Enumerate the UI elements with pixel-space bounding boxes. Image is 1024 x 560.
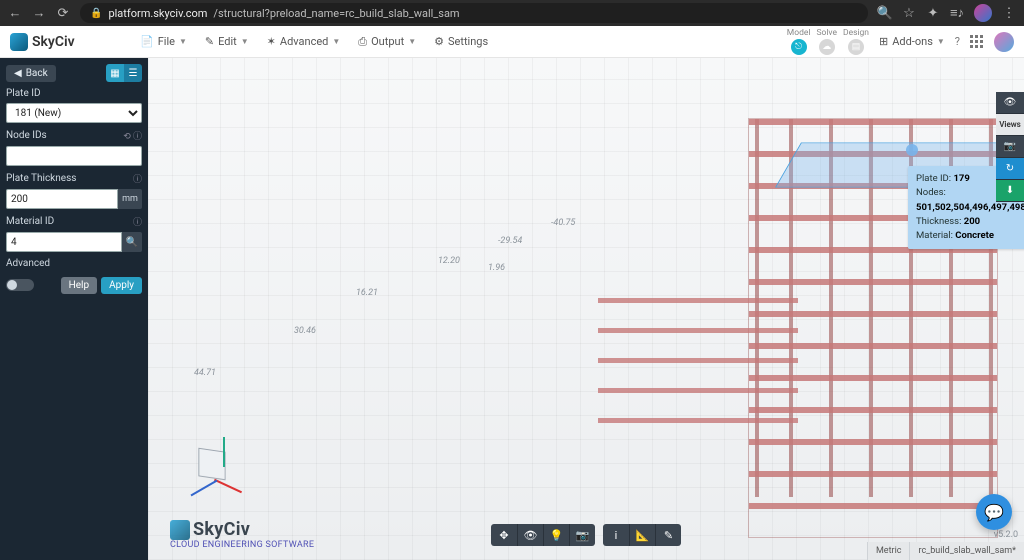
dim-f: -29.54 xyxy=(498,236,522,246)
lock-icon: 🔒 xyxy=(90,8,102,19)
dim-c: 30.46 xyxy=(294,326,316,336)
material-input[interactable] xyxy=(6,232,122,252)
nodes-hint-icons[interactable]: ⟲ ⓘ xyxy=(123,129,142,142)
dim-g: -40.75 xyxy=(551,218,575,228)
menu-settings[interactable]: ⚙ Settings xyxy=(434,35,488,48)
back-button[interactable]: ◀ Back xyxy=(6,65,56,82)
url-path: /structural?preload_name=rc_build_slab_w… xyxy=(213,7,459,20)
menu-file[interactable]: 📄 File▼ xyxy=(140,35,187,48)
tool-camera-icon[interactable]: 📷 xyxy=(569,524,595,546)
url-bar[interactable]: 🔒 platform.skyciv.com/structural?preload… xyxy=(80,3,868,23)
plate-id-select[interactable]: 181 (New) xyxy=(6,103,142,123)
apply-button[interactable]: Apply xyxy=(101,277,142,294)
selection-node-icon xyxy=(906,144,918,156)
thickness-label: Plate Thickness xyxy=(6,173,76,184)
version-label: v5.2.0 xyxy=(994,530,1018,540)
thickness-unit: mm xyxy=(118,189,142,209)
apps-grid-icon[interactable] xyxy=(970,35,984,49)
sidebar: ◀ Back ▦ ☰ Plate ID 181 (New) Node IDs ⟲ … xyxy=(0,58,148,560)
tool-measure-icon[interactable]: 📐 xyxy=(629,524,655,546)
dim-a: 16.21 xyxy=(356,288,378,298)
user-avatar[interactable] xyxy=(994,32,1014,52)
browser-chrome: ← → ⟳ 🔒 platform.skyciv.com/structural?p… xyxy=(0,0,1024,26)
tool-eye-icon[interactable]: 👁 xyxy=(517,524,543,546)
watermark: SkyCiv CLOUD ENGINEERING SOFTWARE xyxy=(170,519,314,550)
nav-back-icon[interactable]: ← xyxy=(8,6,22,20)
chat-bubble-icon[interactable]: 💬 xyxy=(976,494,1012,530)
node-ids-input[interactable] xyxy=(6,146,142,166)
dim-d: 12.20 xyxy=(438,256,460,266)
help-button[interactable]: Help xyxy=(61,277,97,294)
search-icon[interactable]: 🔍 xyxy=(878,6,892,20)
pill-solve[interactable]: Solve☁ xyxy=(816,28,837,55)
extensions-icon[interactable]: ✦ xyxy=(926,6,940,20)
status-file[interactable]: rc_build_slab_wall_sam* xyxy=(909,542,1024,560)
thickness-input[interactable] xyxy=(6,189,118,209)
tool-orbit-icon[interactable]: ✥ xyxy=(491,524,517,546)
browser-avatar[interactable] xyxy=(974,4,992,22)
dim-b: 44.71 xyxy=(194,368,216,378)
pill-model[interactable]: Model⎋ xyxy=(787,28,811,55)
menu-output[interactable]: ⎙ Output▼ xyxy=(358,35,416,49)
tool-info-icon[interactable]: i xyxy=(603,524,629,546)
bottom-toolbar: ✥ 👁 💡 📷 i 📐 ✎ xyxy=(491,524,681,546)
tool-pencil-icon[interactable]: ✎ xyxy=(655,524,681,546)
rtool-download-icon[interactable]: ⬇ xyxy=(996,180,1024,202)
kebab-icon[interactable]: ⋮ xyxy=(1002,6,1016,20)
plate-id-label: Plate ID xyxy=(6,88,41,99)
nav-reload-icon[interactable]: ⟳ xyxy=(56,6,70,20)
viewport-3d[interactable]: Plate ID: 179 Nodes: 501,502,504,496,497… xyxy=(148,58,1024,560)
logo-icon xyxy=(10,33,28,51)
rtool-refresh-icon[interactable]: ↻ xyxy=(996,158,1024,180)
playlist-icon[interactable]: ≡♪ xyxy=(950,6,964,20)
axis-gizmo[interactable] xyxy=(183,441,247,505)
app-logo[interactable]: SkyCiv xyxy=(10,33,140,51)
tool-bulb-icon[interactable]: 💡 xyxy=(543,524,569,546)
rtool-snapshot-icon[interactable]: 📷 xyxy=(996,136,1024,158)
node-ids-label: Node IDs xyxy=(6,130,47,141)
menu-edit[interactable]: ✎ Edit▼ xyxy=(205,35,249,48)
app-toolbar: SkyCiv 📄 File▼ ✎ Edit▼ ✶ Advanced▼ ⎙ Out… xyxy=(0,26,1024,58)
url-domain: platform.skyciv.com xyxy=(108,7,207,20)
material-label: Material ID xyxy=(6,216,54,227)
view-toggle-card-icon[interactable]: ▦ xyxy=(106,64,124,82)
thickness-info-icon[interactable]: ⓘ xyxy=(133,172,142,185)
menu-addons[interactable]: ⊞ Add-ons▼ xyxy=(879,35,945,48)
dim-e: 1.96 xyxy=(488,263,505,273)
pill-design[interactable]: Design▤ xyxy=(843,28,869,55)
status-units[interactable]: Metric xyxy=(867,542,910,560)
view-toggle-table-icon[interactable]: ☰ xyxy=(124,64,142,82)
advanced-label: Advanced xyxy=(6,258,50,269)
menu-advanced[interactable]: ✶ Advanced▼ xyxy=(267,35,341,48)
material-info-icon[interactable]: ⓘ xyxy=(133,215,142,228)
mode-pills: Model⎋ Solve☁ Design▤ xyxy=(787,28,869,55)
nav-fwd-icon[interactable]: → xyxy=(32,6,46,20)
rtool-views[interactable]: Views xyxy=(996,114,1024,136)
star-icon[interactable]: ☆ xyxy=(902,6,916,20)
status-bar: Metric rc_build_slab_wall_sam* xyxy=(867,542,1024,560)
rtool-visibility-icon[interactable]: 👁 xyxy=(996,92,1024,114)
right-toolbar: 👁 Views 📷 ↻ ⬇ xyxy=(996,92,1024,202)
help-icon[interactable]: ? xyxy=(955,35,960,48)
brand-text: SkyCiv xyxy=(32,34,75,50)
advanced-toggle[interactable] xyxy=(6,279,34,291)
material-search-icon[interactable]: 🔍 xyxy=(122,232,142,252)
